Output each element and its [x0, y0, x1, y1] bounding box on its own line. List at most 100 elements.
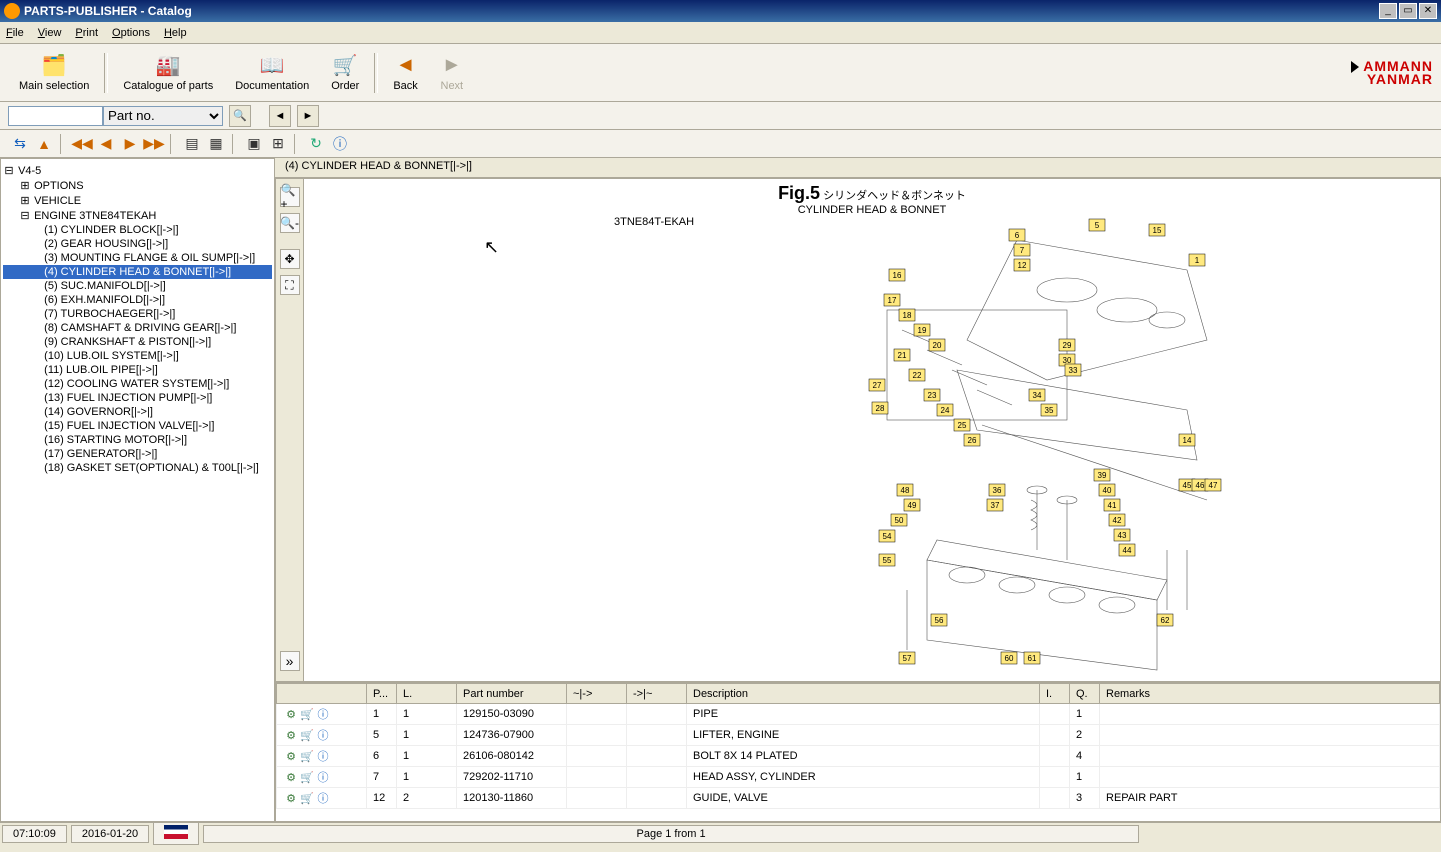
col-partno[interactable]: Part number [457, 684, 567, 704]
expand-panel-button[interactable]: » [280, 651, 300, 671]
col-arr1[interactable]: ~|-> [567, 684, 627, 704]
documentation-button[interactable]: 📖 Documentation [224, 47, 320, 99]
nav-last-button[interactable]: ▶▶ [142, 132, 166, 156]
tree-options[interactable]: ⊞ OPTIONS [3, 178, 272, 193]
tree-item[interactable]: (1) CYLINDER BLOCK[|->|] [3, 223, 272, 237]
search-input[interactable] [8, 106, 103, 126]
info-button[interactable]: ⓘ [328, 132, 352, 156]
col-arr2[interactable]: ->|~ [627, 684, 687, 704]
cart-icon[interactable]: 🛒 [299, 708, 315, 721]
search-next-button[interactable]: ► [297, 105, 319, 127]
refresh-button[interactable]: ↻ [304, 132, 328, 156]
tree-item[interactable]: (12) COOLING WATER SYSTEM[|->|] [3, 377, 272, 391]
menu-help[interactable]: Help [164, 27, 187, 39]
fit-button[interactable]: ⛶ [280, 275, 300, 295]
view-list-button[interactable]: ▤ [180, 132, 204, 156]
close-button[interactable]: ✕ [1419, 3, 1437, 19]
order-button[interactable]: 🛒 Order [320, 47, 370, 99]
tree-item[interactable]: (7) TURBOCHAEGER[|->|] [3, 307, 272, 321]
table-row[interactable]: ⚙🛒ⓘ51124736-07900LIFTER, ENGINE2 [277, 725, 1440, 746]
tree-item[interactable]: (15) FUEL INJECTION VALVE[|->|] [3, 419, 272, 433]
col-lvl[interactable]: L. [397, 684, 457, 704]
status-lang[interactable] [153, 822, 199, 845]
col-i[interactable]: I. [1040, 684, 1070, 704]
col-pos[interactable]: P... [367, 684, 397, 704]
table-row[interactable]: ⚙🛒ⓘ71729202-11710HEAD ASSY, CYLINDER1 [277, 767, 1440, 788]
svg-text:46: 46 [1196, 481, 1205, 490]
col-remarks[interactable]: Remarks [1100, 684, 1440, 704]
svg-text:16: 16 [893, 271, 902, 280]
zoom-in-button[interactable]: 🔍+ [280, 187, 300, 207]
info-icon[interactable]: ⓘ [315, 769, 331, 785]
right-panel: (4) CYLINDER HEAD & BONNET[|->|] 🔍+ 🔍- ✥… [275, 158, 1441, 822]
tree-item[interactable]: (17) GENERATOR[|->|] [3, 447, 272, 461]
gear-icon[interactable]: ⚙ [283, 771, 299, 784]
nav-prev-button[interactable]: ◀ [94, 132, 118, 156]
menu-view[interactable]: View [38, 27, 62, 39]
search-type-select[interactable]: Part no. [103, 106, 223, 126]
svg-text:39: 39 [1098, 471, 1107, 480]
gear-icon[interactable]: ⚙ [283, 729, 299, 742]
table-row[interactable]: ⚙🛒ⓘ122120130-11860GUIDE, VALVE3REPAIR PA… [277, 788, 1440, 809]
tree-panel[interactable]: ⊟ V4-5 ⊞ OPTIONS ⊞ VEHICLE ⊟ ENGINE 3TNE… [0, 158, 275, 822]
tree-vehicle[interactable]: ⊞ VEHICLE [3, 193, 272, 208]
tree-item[interactable]: (14) GOVERNOR[|->|] [3, 405, 272, 419]
tree-toggle-button[interactable]: ⇆ [8, 132, 32, 156]
tree-item[interactable]: (8) CAMSHAFT & DRIVING GEAR[|->|] [3, 321, 272, 335]
tree-engine[interactable]: ⊟ ENGINE 3TNE84TEKAH [3, 208, 272, 223]
tree-item[interactable]: (18) GASKET SET(OPTIONAL) & T00L[|->|] [3, 461, 272, 475]
minimize-button[interactable]: _ [1379, 3, 1397, 19]
catalogue-of-parts-button[interactable]: 🏭 Catalogue of parts [112, 47, 224, 99]
cart-icon[interactable]: 🛒 [299, 729, 315, 742]
order-icon: 🛒 [333, 54, 357, 78]
gear-icon[interactable]: ⚙ [283, 750, 299, 763]
diagram-viewport[interactable]: ↖ Fig.5 シリンダヘッド＆ボンネットCYLINDER HEAD & BON… [304, 179, 1440, 681]
menu-file[interactable]: File [6, 27, 24, 39]
col-desc[interactable]: Description [687, 684, 1040, 704]
pan-button[interactable]: ✥ [280, 249, 300, 269]
nav-next-button[interactable]: ▶ [118, 132, 142, 156]
svg-text:28: 28 [876, 404, 885, 413]
tree-item[interactable]: (6) EXH.MANIFOLD[|->|] [3, 293, 272, 307]
info-icon[interactable]: ⓘ [315, 706, 331, 722]
info-icon[interactable]: ⓘ [315, 748, 331, 764]
cart-icon[interactable]: 🛒 [299, 792, 315, 805]
tree-root[interactable]: ⊟ V4-5 [3, 163, 272, 178]
cart-icon[interactable]: 🛒 [299, 750, 315, 763]
main-selection-button[interactable]: 🗂️ Main selection [8, 47, 100, 99]
svg-text:24: 24 [941, 406, 950, 415]
tree-item[interactable]: (3) MOUNTING FLANGE & OIL SUMP[|->|] [3, 251, 272, 265]
menu-print[interactable]: Print [75, 27, 98, 39]
info-icon[interactable]: ⓘ [315, 790, 331, 806]
menu-options[interactable]: Options [112, 27, 150, 39]
nav-first-button[interactable]: ◀◀ [70, 132, 94, 156]
search-button[interactable]: 🔍 [229, 105, 251, 127]
svg-text:61: 61 [1028, 654, 1037, 663]
tree-item[interactable]: (10) LUB.OIL SYSTEM[|->|] [3, 349, 272, 363]
tree-item[interactable]: (2) GEAR HOUSING[|->|] [3, 237, 272, 251]
tree-item[interactable]: (9) CRANKSHAFT & PISTON[|->|] [3, 335, 272, 349]
view-thumb-button[interactable]: ⊞ [266, 132, 290, 156]
parts-table[interactable]: P... L. Part number ~|-> ->|~ Descriptio… [275, 682, 1441, 822]
table-row[interactable]: ⚙🛒ⓘ6126106-080142BOLT 8X 14 PLATED4 [277, 746, 1440, 767]
maximize-button[interactable]: ▭ [1399, 3, 1417, 19]
zoom-out-button[interactable]: 🔍- [280, 213, 300, 233]
view-grid-button[interactable]: ▣ [242, 132, 266, 156]
tree-item[interactable]: (4) CYLINDER HEAD & BONNET[|->|] [3, 265, 272, 279]
table-row[interactable]: ⚙🛒ⓘ11129150-03090PIPE1 [277, 704, 1440, 725]
gear-icon[interactable]: ⚙ [283, 792, 299, 805]
info-icon[interactable]: ⓘ [315, 727, 331, 743]
gear-icon[interactable]: ⚙ [283, 708, 299, 721]
col-q[interactable]: Q. [1070, 684, 1100, 704]
main-split: ⊟ V4-5 ⊞ OPTIONS ⊞ VEHICLE ⊟ ENGINE 3TNE… [0, 158, 1441, 822]
cart-icon[interactable]: 🛒 [299, 771, 315, 784]
tree-item[interactable]: (11) LUB.OIL PIPE[|->|] [3, 363, 272, 377]
view-detail-button[interactable]: ▦ [204, 132, 228, 156]
tree-item[interactable]: (16) STARTING MOTOR[|->|] [3, 433, 272, 447]
tree-item[interactable]: (13) FUEL INJECTION PUMP[|->|] [3, 391, 272, 405]
back-button[interactable]: ◄ Back [382, 47, 428, 99]
tree-item[interactable]: (5) SUC.MANIFOLD[|->|] [3, 279, 272, 293]
svg-text:18: 18 [903, 311, 912, 320]
search-prev-button[interactable]: ◄ [269, 105, 291, 127]
nav-up-button[interactable]: ▲ [32, 132, 56, 156]
